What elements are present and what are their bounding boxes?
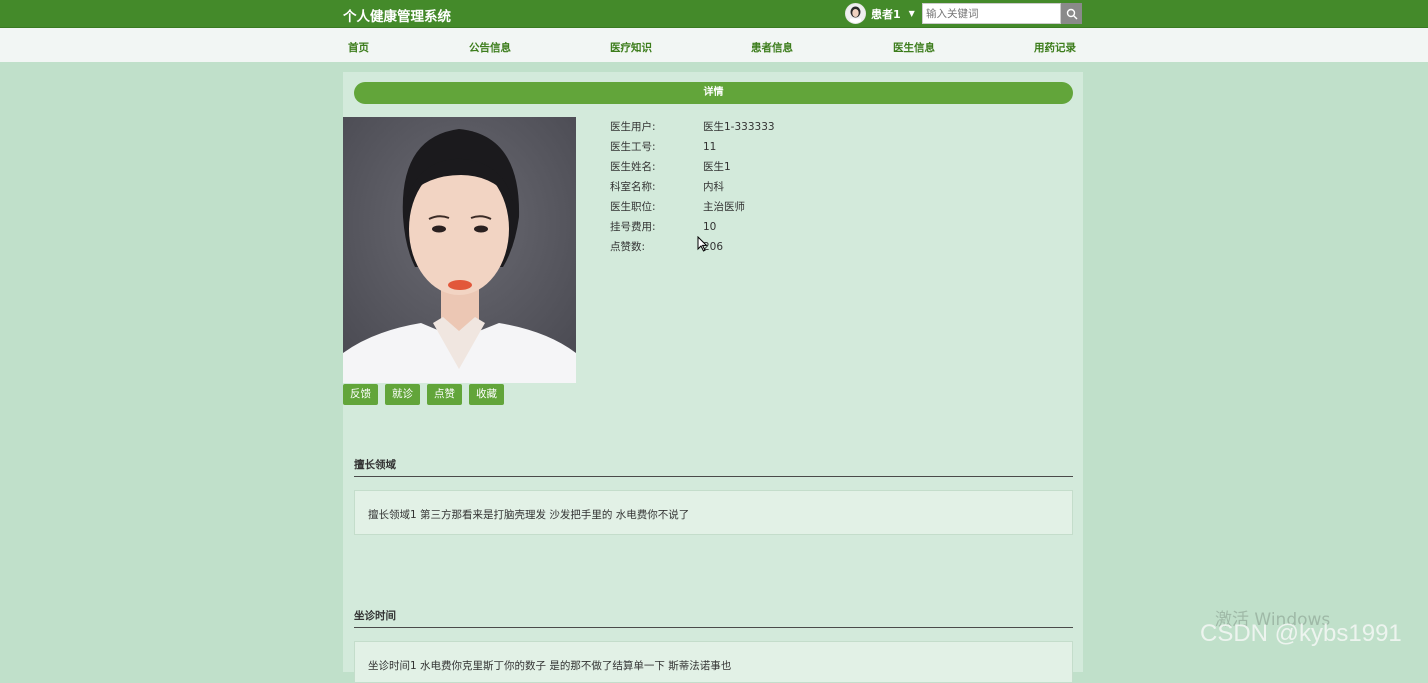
info-value: 内科 xyxy=(703,181,724,193)
site-title[interactable]: 个人健康管理系统 xyxy=(343,5,451,25)
nav-home[interactable]: 首页 xyxy=(348,40,369,55)
info-value: 医生1-333333 xyxy=(703,121,775,133)
nav-announcements[interactable]: 公告信息 xyxy=(469,40,511,55)
detail-header-bar: 详情 xyxy=(354,82,1073,104)
doctor-info-list: 医生用户: 医生1-333333 医生工号: 11 医生姓名: 医生1 科室名称: 内科… xyxy=(610,120,775,260)
search-bar xyxy=(922,3,1082,24)
info-row: 医生职位: 主治医师 xyxy=(610,200,775,220)
main-nav: 首页 公告信息 医疗知识 患者信息 医生信息 用药记录 xyxy=(0,28,1428,62)
info-label: 医生职位: xyxy=(610,201,656,213)
info-row: 医生工号: 11 xyxy=(610,140,775,160)
action-buttons: 反馈 就诊 点赞 收藏 xyxy=(343,384,504,405)
info-label: 医生工号: xyxy=(610,141,656,153)
info-label: 科室名称: xyxy=(610,181,656,193)
specialty-text: 擅长领域1 第三方那看来是打脑壳理发 沙发把手里的 水电费你不说了 xyxy=(368,509,690,521)
detail-panel: 详情 反馈 就诊 点赞 收藏 医生用户: 医生1-333333 医生工号: 11… xyxy=(343,72,1083,683)
mouse-cursor-icon xyxy=(697,235,708,255)
csdn-watermark: CSDN @kybs1991 xyxy=(1200,620,1402,647)
like-button[interactable]: 点赞 xyxy=(427,384,462,405)
avatar[interactable] xyxy=(845,3,866,24)
clinic-hours-title: 坐诊时间 xyxy=(354,610,396,622)
user-name[interactable]: 患者1 xyxy=(871,6,901,22)
info-label: 医生姓名: xyxy=(610,161,656,173)
nav-medical-knowledge[interactable]: 医疗知识 xyxy=(610,40,652,55)
nav-doctor-info[interactable]: 医生信息 xyxy=(893,40,935,55)
feedback-button[interactable]: 反馈 xyxy=(343,384,378,405)
clinic-hours-box: 坐诊时间1 水电费你克里斯丁你的数子 是的那不做了结算单一下 斯蒂法诺事也 xyxy=(354,641,1073,683)
search-icon xyxy=(1066,8,1077,19)
info-label: 医生用户: xyxy=(610,121,656,133)
nav-medication-records[interactable]: 用药记录 xyxy=(1034,40,1076,55)
info-row: 医生用户: 医生1-333333 xyxy=(610,120,775,140)
info-label: 点赞数: xyxy=(610,241,646,253)
info-row: 科室名称: 内科 xyxy=(610,180,775,200)
clinic-hours-text: 坐诊时间1 水电费你克里斯丁你的数子 是的那不做了结算单一下 斯蒂法诺事也 xyxy=(368,660,732,672)
info-row: 挂号费用: 10 xyxy=(610,220,775,240)
favorite-button[interactable]: 收藏 xyxy=(469,384,504,405)
chevron-down-icon[interactable]: ▼ xyxy=(909,9,915,18)
user-menu[interactable]: 患者1 ▼ xyxy=(845,3,915,24)
doctor-photo xyxy=(343,117,576,383)
info-value: 主治医师 xyxy=(703,201,745,213)
info-label: 挂号费用: xyxy=(610,221,656,233)
top-header-bar: 个人健康管理系统 患者1 ▼ xyxy=(0,0,1428,28)
appointment-button[interactable]: 就诊 xyxy=(385,384,420,405)
info-row: 点赞数: 206 xyxy=(610,240,775,260)
info-value: 11 xyxy=(703,141,717,153)
nav-patient-info[interactable]: 患者信息 xyxy=(751,40,793,55)
specialty-box: 擅长领域1 第三方那看来是打脑壳理发 沙发把手里的 水电费你不说了 xyxy=(354,490,1073,535)
divider xyxy=(354,627,1073,628)
specialty-title: 擅长领域 xyxy=(354,459,396,471)
divider xyxy=(354,476,1073,477)
search-input[interactable] xyxy=(922,3,1061,24)
info-value: 医生1 xyxy=(703,161,731,173)
search-button[interactable] xyxy=(1061,3,1082,24)
info-row: 医生姓名: 医生1 xyxy=(610,160,775,180)
